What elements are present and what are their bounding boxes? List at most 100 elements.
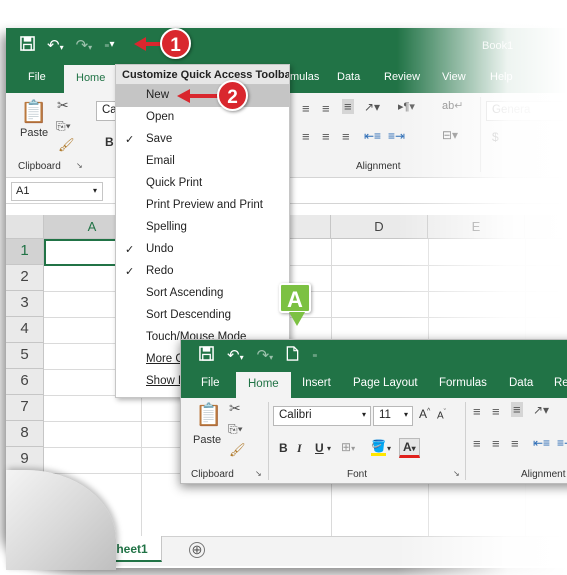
menu-item-sort-descending[interactable]: Sort Descending — [116, 305, 289, 327]
menu-item-sort-ascending[interactable]: Sort Ascending — [116, 283, 289, 305]
row-header-6[interactable]: 6 — [6, 369, 44, 395]
paste-label[interactable]: Paste — [20, 127, 48, 139]
chevron-down-icon[interactable]: ▾ — [404, 410, 408, 419]
align-bottom-icon[interactable]: ≡ — [342, 99, 354, 114]
menu-item-open[interactable]: Open — [116, 107, 289, 129]
align-middle-icon[interactable]: ≡ — [492, 404, 500, 419]
wrap-text-icon[interactable]: ab↵ — [442, 99, 463, 112]
row-header-3[interactable]: 3 — [6, 291, 44, 317]
column-header-d[interactable]: D — [331, 215, 428, 239]
increase-indent-icon[interactable]: ≡⇥ — [557, 436, 567, 450]
copy-icon[interactable]: ⎘▾ — [56, 119, 71, 134]
increase-indent-icon[interactable]: ≡⇥ — [388, 129, 405, 143]
italic-button[interactable]: I — [297, 441, 302, 456]
fill-color-icon[interactable]: 🪣 — [371, 439, 386, 456]
align-right-icon[interactable]: ≡ — [342, 129, 350, 144]
tab-page-layout[interactable]: Page Layout — [353, 377, 418, 389]
currency-icon[interactable]: $ — [492, 130, 499, 144]
paste-label[interactable]: Paste — [193, 434, 221, 446]
customize-qat-icon[interactable]: ₌ — [312, 346, 317, 365]
select-all-corner[interactable] — [6, 215, 44, 239]
menu-item-print-preview[interactable]: Print Preview and Print — [116, 195, 289, 217]
align-middle-icon[interactable]: ≡ — [322, 101, 330, 116]
font-name-box[interactable]: Calibri ▾ — [273, 406, 371, 426]
number-format-box[interactable]: Genera — [486, 101, 566, 121]
redo-icon[interactable]: ↷▾ — [257, 346, 274, 365]
chevron-down-icon[interactable]: ▾ — [327, 444, 331, 453]
chevron-down-icon[interactable]: ▾ — [387, 444, 391, 453]
align-left-icon[interactable]: ≡ — [302, 129, 310, 144]
decrease-indent-icon[interactable]: ⇤≡ — [533, 436, 550, 450]
shrink-font-button[interactable]: Aˇ — [437, 409, 446, 421]
cut-icon[interactable]: ✂ — [57, 97, 69, 114]
name-box[interactable]: A1 ▾ — [11, 182, 103, 201]
redo-icon[interactable]: ↷▾ — [76, 36, 93, 55]
tab-home[interactable]: Home — [236, 372, 291, 398]
merge-center-icon[interactable]: ⊟▾ — [442, 128, 458, 142]
bold-button[interactable]: B — [105, 135, 114, 149]
menu-item-email[interactable]: Email — [116, 151, 289, 173]
undo-icon[interactable]: ↶▾ — [227, 346, 244, 365]
add-sheet-icon[interactable]: ⊕ — [189, 542, 205, 558]
decrease-indent-icon[interactable]: ⇤≡ — [364, 129, 381, 143]
name-box-dropdown-icon[interactable]: ▾ — [93, 186, 97, 195]
inset-ribbon-tabs: File Home Insert Page Layout Formulas Da… — [181, 370, 567, 398]
align-bottom-icon[interactable]: ≡ — [511, 402, 523, 417]
tab-data[interactable]: Data — [337, 71, 360, 83]
row-header-4[interactable]: 4 — [6, 317, 44, 343]
customize-qat-icon[interactable]: ₌▾ — [104, 36, 114, 55]
copy-icon[interactable]: ⎘▾ — [228, 422, 243, 437]
align-right-icon[interactable]: ≡ — [511, 436, 519, 451]
cut-icon[interactable]: ✂ — [229, 400, 241, 417]
tab-help[interactable]: Help — [490, 71, 513, 83]
tab-view[interactable]: View — [442, 71, 466, 83]
save-icon[interactable] — [20, 36, 35, 55]
save-icon[interactable] — [199, 346, 214, 365]
row-header-8[interactable]: 8 — [6, 421, 44, 447]
paste-icon[interactable]: 📋 — [20, 99, 47, 125]
tab-insert[interactable]: Insert — [302, 377, 331, 389]
row-header-7[interactable]: 7 — [6, 395, 44, 421]
center-icon[interactable]: ≡ — [322, 129, 330, 144]
bold-button[interactable]: B — [279, 441, 288, 455]
tab-data[interactable]: Data — [509, 377, 533, 389]
paragraph-direction-icon[interactable]: ▸¶▾ — [398, 100, 415, 113]
font-launcher-icon[interactable]: ↘ — [453, 469, 460, 478]
row-header-5[interactable]: 5 — [6, 343, 44, 369]
align-top-icon[interactable]: ≡ — [473, 404, 481, 419]
align-left-icon[interactable]: ≡ — [473, 436, 481, 451]
menu-item-redo[interactable]: ✓ Redo — [116, 261, 289, 283]
grow-font-button[interactable]: A^ — [419, 407, 430, 421]
chevron-down-icon[interactable]: ▾ — [362, 410, 366, 419]
new-file-icon[interactable] — [286, 346, 299, 365]
clipboard-launcher-icon[interactable]: ↘ — [76, 161, 83, 170]
tab-review[interactable]: Review — [384, 71, 420, 83]
orientation-icon[interactable]: ↗▾ — [364, 100, 380, 114]
row-header-1[interactable]: 1 — [6, 239, 44, 265]
clipboard-launcher-icon[interactable]: ↘ — [255, 469, 262, 478]
row-header-2[interactable]: 2 — [6, 265, 44, 291]
paste-icon[interactable]: 📋 — [195, 402, 222, 428]
column-header-f[interactable] — [525, 215, 567, 239]
format-painter-icon[interactable]: 🖌 — [58, 137, 75, 153]
underline-button[interactable]: U — [315, 441, 324, 455]
column-header-e[interactable]: E — [428, 215, 525, 239]
menu-item-quick-print[interactable]: Quick Print — [116, 173, 289, 195]
tab-formulas[interactable]: mulas — [290, 71, 319, 83]
align-top-icon[interactable]: ≡ — [302, 101, 310, 116]
font-color-button[interactable]: A▾ — [399, 438, 420, 458]
borders-icon[interactable]: ⊞▾ — [341, 440, 355, 454]
tab-home[interactable]: Home — [64, 65, 118, 93]
menu-item-spelling[interactable]: Spelling — [116, 217, 289, 239]
menu-item-undo[interactable]: ✓ Undo — [116, 239, 289, 261]
center-icon[interactable]: ≡ — [492, 436, 500, 451]
undo-icon[interactable]: ↶▾ — [47, 36, 64, 55]
tab-formulas[interactable]: Formulas — [439, 377, 487, 389]
tab-file[interactable]: File — [28, 71, 46, 83]
tab-review[interactable]: Re — [554, 377, 567, 389]
format-painter-icon[interactable]: 🖌 — [229, 442, 246, 458]
orientation-icon[interactable]: ↗▾ — [533, 403, 549, 417]
menu-item-save[interactable]: ✓ Save — [116, 129, 289, 151]
tab-file[interactable]: File — [201, 377, 220, 389]
font-size-box[interactable]: 11 ▾ — [373, 406, 413, 426]
